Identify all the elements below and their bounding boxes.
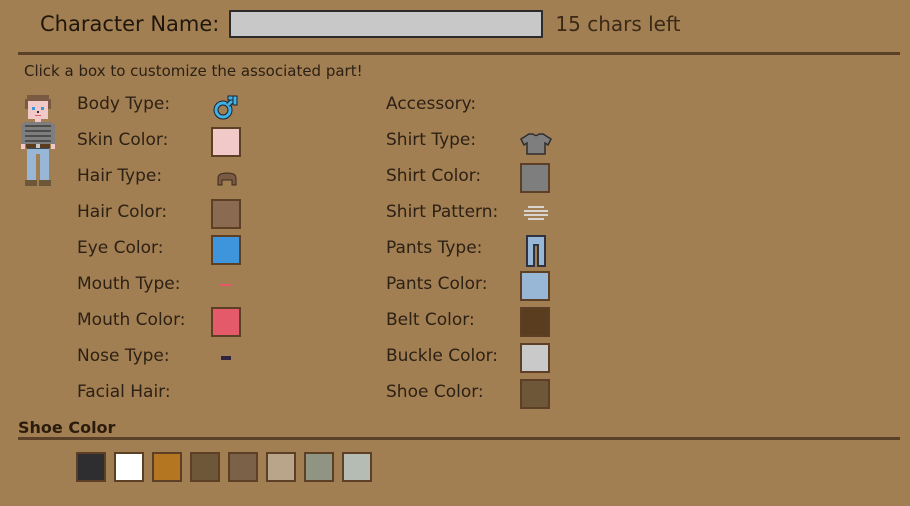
palette-color-option[interactable] <box>342 452 372 482</box>
belt-color-swatch[interactable] <box>520 307 550 337</box>
hair-icon[interactable] <box>216 172 238 186</box>
palette-color-option[interactable] <box>76 452 106 482</box>
option-label: Buckle Color: <box>386 346 499 366</box>
option-label: Nose Type: <box>77 346 170 366</box>
option-facial-hair[interactable]: Facial Hair: <box>77 377 171 407</box>
option-mouth-color: Mouth Color: <box>77 305 186 335</box>
option-label: Pants Type: <box>386 238 483 258</box>
option-pants-type: Pants Type: <box>386 233 482 263</box>
skin-color-swatch[interactable] <box>211 127 241 157</box>
option-label: Facial Hair: <box>77 382 171 402</box>
option-label: Mouth Type: <box>77 274 181 294</box>
option-label: Shirt Pattern: <box>386 202 499 222</box>
male-icon[interactable] <box>213 94 239 120</box>
character-preview-avatar <box>21 95 55 186</box>
pants-icon[interactable] <box>525 235 547 267</box>
option-eye-color: Eye Color: <box>77 233 163 263</box>
option-label: Pants Color: <box>386 274 488 294</box>
shirt-color-swatch[interactable] <box>520 163 550 193</box>
option-label: Belt Color: <box>386 310 475 330</box>
palette-divider <box>18 437 900 440</box>
buckle-color-swatch[interactable] <box>520 343 550 373</box>
option-shirt-type: Shirt Type: <box>386 125 476 155</box>
option-shirt-pattern: Shirt Pattern: <box>386 197 498 227</box>
option-label: Eye Color: <box>77 238 164 258</box>
eye-color-swatch[interactable] <box>211 235 241 265</box>
palette-color-option[interactable] <box>228 452 258 482</box>
option-nose-type: Nose Type: <box>77 341 170 371</box>
option-label: Accessory: <box>386 94 477 114</box>
option-hair-color: Hair Color: <box>77 197 167 227</box>
option-label: Shirt Color: <box>386 166 482 186</box>
header-divider <box>18 52 900 55</box>
palette-color-option[interactable] <box>114 452 144 482</box>
option-buckle-color: Buckle Color: <box>386 341 498 371</box>
option-body-type: Body Type: <box>77 89 170 119</box>
palette-title: Shoe Color <box>18 418 116 437</box>
character-name-row: Character Name: 15 chars left <box>40 7 681 41</box>
option-pants-color: Pants Color: <box>386 269 487 299</box>
option-label: Shoe Color: <box>386 382 484 402</box>
option-label: Shirt Type: <box>386 130 477 150</box>
option-shirt-color: Shirt Color: <box>386 161 481 191</box>
pants-color-swatch[interactable] <box>520 271 550 301</box>
option-skin-color: Skin Color: <box>77 125 168 155</box>
option-label: Body Type: <box>77 94 171 114</box>
mouth-color-swatch[interactable] <box>211 307 241 337</box>
mouth-icon[interactable] <box>219 282 233 288</box>
shirt-icon[interactable] <box>520 133 552 155</box>
pattern-icon[interactable] <box>522 205 550 221</box>
option-label: Skin Color: <box>77 130 169 150</box>
instructions-text: Click a box to customize the associated … <box>24 62 363 80</box>
option-accessory[interactable]: Accessory: <box>386 89 476 119</box>
option-label: Hair Type: <box>77 166 163 186</box>
palette-color-option[interactable] <box>266 452 296 482</box>
option-belt-color: Belt Color: <box>386 305 475 335</box>
shoe-color-swatch[interactable] <box>520 379 550 409</box>
option-label: Hair Color: <box>77 202 168 222</box>
chars-left-counter: 15 chars left <box>555 12 681 36</box>
character-name-input[interactable] <box>229 10 544 38</box>
color-palette <box>76 452 380 482</box>
option-shoe-color: Shoe Color: <box>386 377 484 407</box>
nose-icon[interactable] <box>219 354 233 362</box>
palette-color-option[interactable] <box>152 452 182 482</box>
option-label: Mouth Color: <box>77 310 186 330</box>
palette-color-option[interactable] <box>304 452 334 482</box>
hair-color-swatch[interactable] <box>211 199 241 229</box>
character-name-label: Character Name: <box>40 12 220 36</box>
option-mouth-type: Mouth Type: <box>77 269 180 299</box>
palette-color-option[interactable] <box>190 452 220 482</box>
option-hair-type: Hair Type: <box>77 161 162 191</box>
